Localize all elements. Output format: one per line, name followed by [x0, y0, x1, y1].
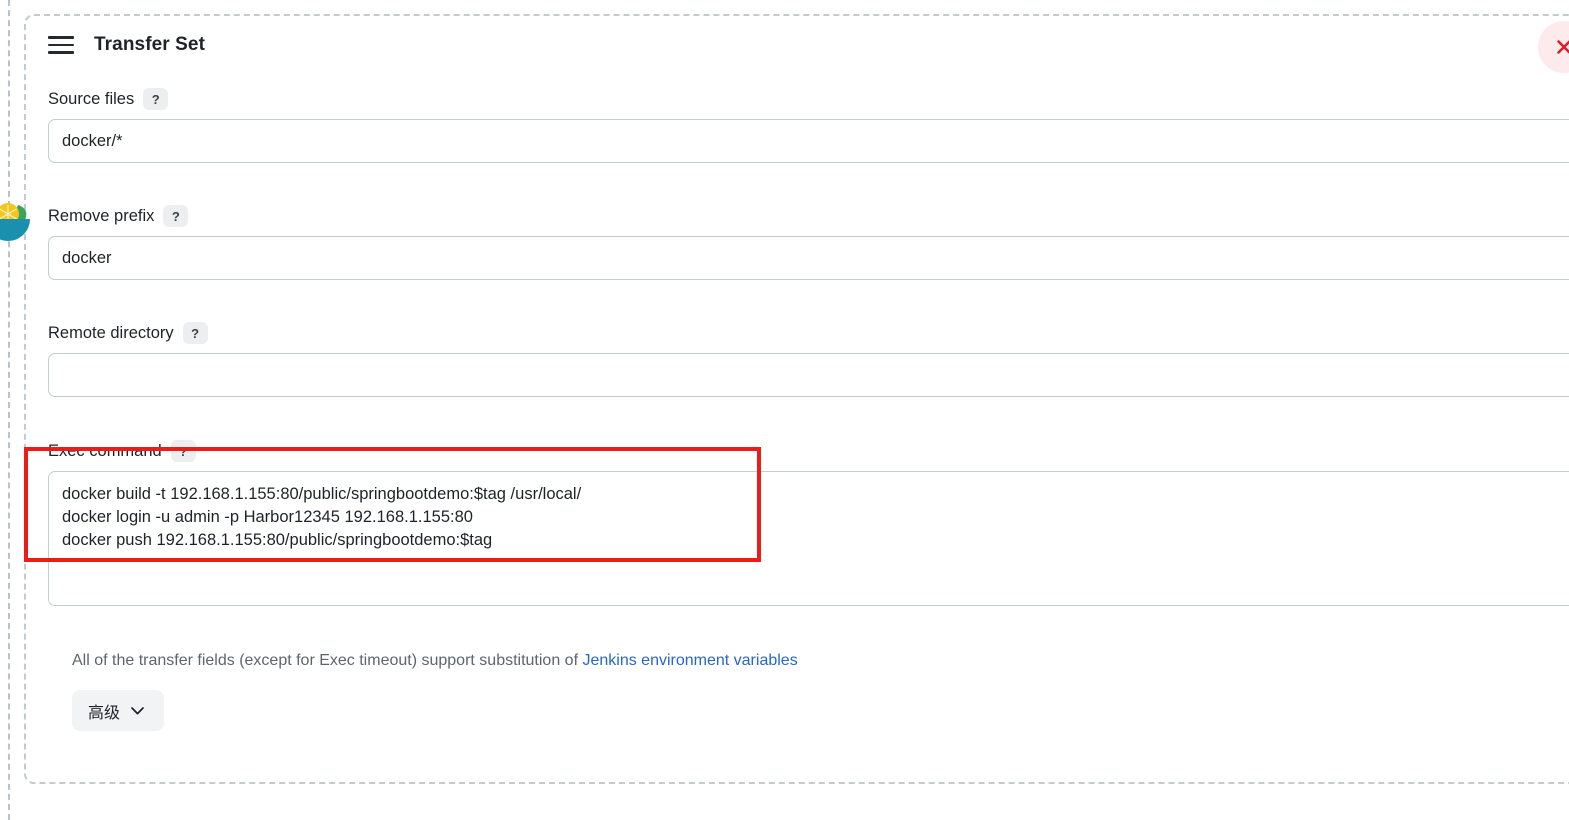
close-x-icon [1557, 40, 1569, 54]
jenkins-env-variables-link[interactable]: Jenkins environment variables [582, 652, 797, 669]
page-title: Transfer Set [94, 34, 206, 55]
field-label-source-files: Source files [48, 89, 135, 108]
field-label-exec-command: Exec command [48, 441, 162, 460]
advanced-button-label: 高级 [88, 704, 121, 722]
substitution-note: All of the transfer fields (except for E… [72, 652, 798, 670]
field-source-files: Source files ? [48, 88, 1569, 163]
field-label-remove-prefix: Remove prefix [48, 206, 155, 225]
help-icon-remove-prefix[interactable]: ? [163, 205, 189, 227]
help-icon-source-files[interactable]: ? [143, 88, 169, 110]
remove-prefix-input[interactable] [48, 236, 1569, 280]
field-remote-directory: Remote directory ? [48, 322, 1569, 397]
help-icon-remote-directory[interactable]: ? [182, 322, 208, 344]
advanced-toggle-button[interactable]: 高级 [72, 690, 164, 731]
help-icon-exec-command[interactable]: ? [170, 440, 196, 462]
field-label-row: Remove prefix ? [48, 205, 1569, 227]
field-remove-prefix: Remove prefix ? [48, 205, 1569, 280]
panel-header: Transfer Set [48, 34, 205, 56]
exec-command-textarea[interactable] [48, 471, 1569, 606]
remote-directory-input[interactable] [48, 353, 1569, 397]
hamburger-drag-icon[interactable] [48, 36, 74, 54]
substitution-note-text: All of the transfer fields (except for E… [72, 652, 583, 669]
field-label-row: Remote directory ? [48, 322, 1569, 344]
field-label-row: Source files ? [48, 88, 1569, 110]
field-label-row: Exec command ? [48, 440, 1569, 462]
field-label-remote-directory: Remote directory [48, 323, 174, 342]
transfer-set-panel: Transfer Set Source files ? Remove prefi… [24, 14, 1569, 784]
chevron-down-icon [131, 706, 144, 714]
source-files-input[interactable] [48, 119, 1569, 163]
field-exec-command: Exec command ? [48, 440, 1569, 606]
